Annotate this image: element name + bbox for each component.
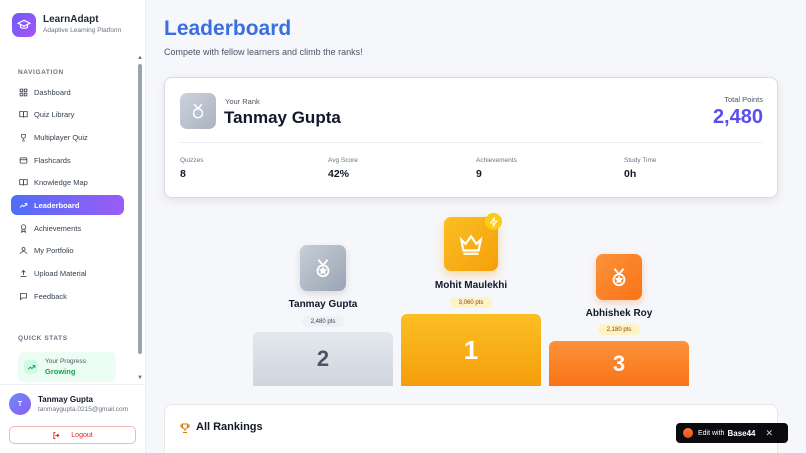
your-rank-label: Your Rank <box>225 97 260 106</box>
app-name: LearnAdapt <box>43 14 99 25</box>
logout-button[interactable]: Logout <box>9 426 136 444</box>
trophy-icon <box>19 133 28 142</box>
total-points-label: Total Points <box>724 95 763 104</box>
stat-quizzes: Quizzes 8 <box>180 157 203 180</box>
sidebar-item-label: Knowledge Map <box>34 178 88 188</box>
sidebar-item-my-portfolio[interactable]: My Portfolio <box>11 241 124 261</box>
stat-value: 9 <box>476 168 482 180</box>
your-rank-name: Tanmay Gupta <box>224 108 341 127</box>
scroll-down-arrow[interactable]: ▼ <box>136 375 144 381</box>
total-points-value: 2,480 <box>712 106 763 128</box>
medal-icon <box>180 93 216 129</box>
podium-second-name: Tanmay Gupta <box>288 299 358 310</box>
upload-icon <box>19 269 28 278</box>
silver-medal-icon <box>300 245 346 291</box>
sidebar-item-flashcards[interactable]: Flashcards <box>11 150 124 170</box>
stat-label: Quizzes <box>180 157 204 164</box>
avatar: T <box>9 393 31 415</box>
edit-brand: Base44 <box>727 428 756 438</box>
trophy-icon <box>179 421 191 439</box>
sidebar-scrollbar[interactable] <box>138 64 142 354</box>
stat-value: 8 <box>180 168 186 180</box>
lightning-icon <box>485 213 502 230</box>
user-icon <box>19 246 28 255</box>
base44-logo-icon <box>683 428 693 438</box>
stat-label: Achievements <box>476 157 517 164</box>
nav-section-label: NAVIGATION <box>18 69 64 76</box>
user-name: Tanmay Gupta <box>38 395 93 404</box>
sidebar-item-label: Quiz Library <box>34 110 75 120</box>
grid-icon <box>19 88 28 97</box>
stat-value: 0h <box>624 168 637 180</box>
user-email: tanmaygupta.0215@gmail.com <box>38 406 129 413</box>
stat-label: Avg Score <box>328 157 358 164</box>
quick-stats-label: QUICK STATS <box>18 335 68 342</box>
brand[interactable]: LearnAdapt Adaptive Learning Platform <box>12 13 121 37</box>
stat-label: Study Time <box>624 157 657 164</box>
close-icon[interactable]: ✕ <box>766 428 774 439</box>
divider <box>180 142 762 143</box>
sidebar-item-leaderboard[interactable]: Leaderboard <box>11 195 124 216</box>
graduation-cap-icon <box>12 13 36 37</box>
sidebar-item-label: Dashboard <box>34 87 71 97</box>
app-tagline: Adaptive Learning Platform <box>43 27 122 34</box>
bronze-medal-icon <box>596 254 642 300</box>
sidebar-item-label: Leaderboard <box>34 200 80 210</box>
logout-icon <box>52 431 61 440</box>
podium-first-points: 3,060 pts <box>450 297 492 308</box>
edit-with-badge[interactable]: Edit with Base44 ✕ <box>676 423 788 443</box>
podium-first-name: Mohit Maulekhi <box>434 280 508 291</box>
sidebar-item-label: My Portfolio <box>34 246 74 256</box>
progress-card: Your Progress Growing <box>18 352 116 382</box>
your-rank-card: Your Rank Tanmay Gupta Total Points 2,48… <box>164 77 778 198</box>
podium-second-block: 2 <box>253 332 393 386</box>
user-profile[interactable]: T Tanmay Gupta tanmaygupta.0215@gmail.co… <box>0 384 146 420</box>
sidebar-item-multiplayer-quiz[interactable]: Multiplayer Quiz <box>11 127 124 147</box>
message-icon <box>19 292 28 301</box>
card-icon <box>19 156 28 165</box>
stat-study-time: Study Time 0h <box>624 157 657 180</box>
sidebar-nav: Dashboard Quiz Library Multiplayer Quiz … <box>11 82 124 309</box>
podium-second-points: 2,480 pts <box>302 316 344 327</box>
sidebar-item-quiz-library[interactable]: Quiz Library <box>11 105 124 125</box>
sidebar: LearnAdapt Adaptive Learning Platform NA… <box>0 0 146 453</box>
progress-value: Growing <box>45 367 76 376</box>
sidebar-item-label: Upload Material <box>34 269 87 278</box>
book-icon <box>19 110 28 119</box>
award-icon <box>19 223 28 233</box>
podium-first-block: 1 <box>401 314 541 386</box>
stat-avg-score: Avg Score 42% <box>328 157 358 180</box>
page-subtitle: Compete with fellow learners and climb t… <box>164 47 363 57</box>
podium-third-name: Abhishek Roy <box>585 308 653 319</box>
trending-up-icon <box>24 360 38 374</box>
logout-label: Logout <box>71 431 93 439</box>
sidebar-item-upload-material[interactable]: Upload Material <box>11 264 124 284</box>
sidebar-item-label: Multiplayer Quiz <box>34 132 88 142</box>
progress-label: Your Progress <box>45 358 86 365</box>
stat-value: 42% <box>328 168 350 180</box>
scroll-up-arrow[interactable]: ▲ <box>136 55 144 61</box>
page-title: Leaderboard <box>164 17 292 40</box>
podium-third-points: 2,180 pts <box>598 324 640 335</box>
sidebar-item-knowledge-map[interactable]: Knowledge Map <box>11 173 124 193</box>
podium-third-block: 3 <box>549 341 689 386</box>
sidebar-item-label: Achievements <box>34 223 82 233</box>
sidebar-item-achievements[interactable]: Achievements <box>11 218 124 238</box>
sidebar-item-label: Flashcards <box>34 155 71 165</box>
sidebar-item-label: Feedback <box>34 291 67 301</box>
all-rankings-title: All Rankings <box>196 421 263 433</box>
map-icon <box>19 178 28 187</box>
stat-achievements: Achievements 9 <box>476 157 517 180</box>
sidebar-item-dashboard[interactable]: Dashboard <box>11 82 124 102</box>
trend-icon <box>19 201 28 210</box>
sidebar-item-feedback[interactable]: Feedback <box>11 286 124 306</box>
edit-prefix: Edit with <box>698 429 725 437</box>
